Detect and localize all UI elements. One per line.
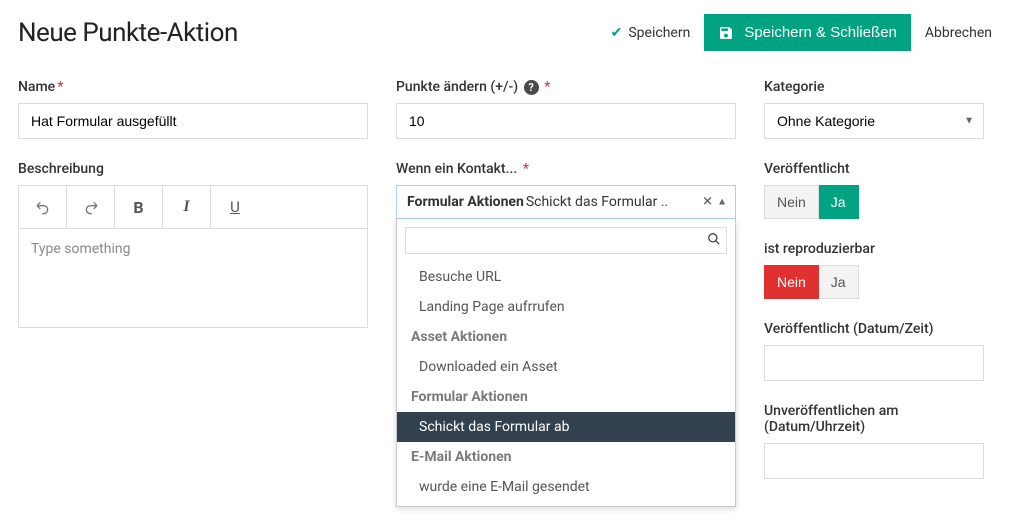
combo-item[interactable]: Besuche URL: [397, 262, 735, 292]
combo-item[interactable]: wurde eine E-Mail gesendet: [397, 472, 735, 502]
rte-toolbar: B I U: [18, 185, 368, 228]
points-input[interactable]: [396, 103, 736, 139]
search-icon: [707, 232, 721, 250]
publish-down-label: Unveröffentlichen am (Datum/Uhrzeit): [764, 403, 984, 435]
publish-up-input[interactable]: [764, 345, 984, 381]
save-close-label: Speichern & Schließen: [744, 24, 897, 41]
page-header: Neue Punkte-Aktion ✔ Speichern Speichern…: [18, 14, 992, 51]
published-toggle: Nein Ja: [764, 185, 859, 219]
description-label: Beschreibung: [18, 161, 368, 177]
contact-action-label: Wenn ein Kontakt... *: [396, 161, 736, 177]
contact-action-combo: Formular AktionenSchickt das Formular ..…: [396, 185, 736, 219]
contact-action-display[interactable]: Formular AktionenSchickt das Formular ..…: [396, 185, 736, 219]
italic-button[interactable]: I: [163, 186, 211, 228]
description-input[interactable]: Type something: [18, 228, 368, 328]
combo-group-header: E-Mail Aktionen: [397, 442, 735, 472]
undo-icon: [35, 199, 51, 215]
combo-item[interactable]: Schickt das Formular ab: [397, 412, 735, 442]
publish-up-label: Veröffentlicht (Datum/Zeit): [764, 321, 984, 337]
cancel-button[interactable]: Abbrechen: [925, 25, 992, 41]
repeatable-label: ist reproduzierbar: [764, 241, 984, 257]
contact-action-dropdown: Besuche URLLanding Page aufrrufenAsset A…: [396, 219, 736, 507]
header-actions: ✔ Speichern Speichern & Schließen Abbrec…: [611, 14, 992, 51]
underline-button[interactable]: U: [211, 186, 259, 228]
save-button[interactable]: ✔ Speichern: [611, 25, 691, 41]
redo-button[interactable]: [67, 186, 115, 228]
required-indicator: *: [57, 79, 63, 95]
points-label: Punkte ändern (+/-) ? *: [396, 79, 736, 95]
clear-icon[interactable]: ✕: [702, 195, 713, 210]
combo-item[interactable]: Downloaded ein Asset: [397, 352, 735, 382]
name-input[interactable]: [18, 103, 368, 139]
publish-down-input[interactable]: [764, 443, 984, 479]
published-label: Veröffentlicht: [764, 161, 984, 177]
combo-group-header: Asset Aktionen: [397, 322, 735, 352]
repeatable-yes[interactable]: Ja: [819, 265, 859, 299]
redo-icon: [83, 199, 99, 215]
repeatable-toggle: Nein Ja: [764, 265, 859, 299]
save-label: Speichern: [628, 25, 690, 41]
save-and-close-button[interactable]: Speichern & Schließen: [704, 14, 911, 51]
combo-group-header: Formular Aktionen: [397, 382, 735, 412]
required-indicator: *: [519, 161, 529, 177]
combo-search-input[interactable]: [405, 227, 727, 254]
name-label: Name*: [18, 79, 368, 95]
undo-button[interactable]: [19, 186, 67, 228]
check-icon: ✔: [611, 25, 623, 41]
category-label: Kategorie: [764, 79, 984, 95]
category-select[interactable]: [764, 103, 984, 139]
repeatable-no[interactable]: Nein: [764, 265, 819, 299]
save-disk-icon: [718, 25, 734, 41]
required-indicator: *: [544, 79, 550, 95]
bold-button[interactable]: B: [115, 186, 163, 228]
page-title: Neue Punkte-Aktion: [18, 18, 238, 48]
published-no[interactable]: Nein: [764, 185, 819, 219]
combo-item[interactable]: Landing Page aufrrufen: [397, 292, 735, 322]
help-icon[interactable]: ?: [524, 80, 539, 95]
published-yes[interactable]: Ja: [819, 185, 859, 219]
caret-up-icon: ▲: [717, 197, 727, 208]
